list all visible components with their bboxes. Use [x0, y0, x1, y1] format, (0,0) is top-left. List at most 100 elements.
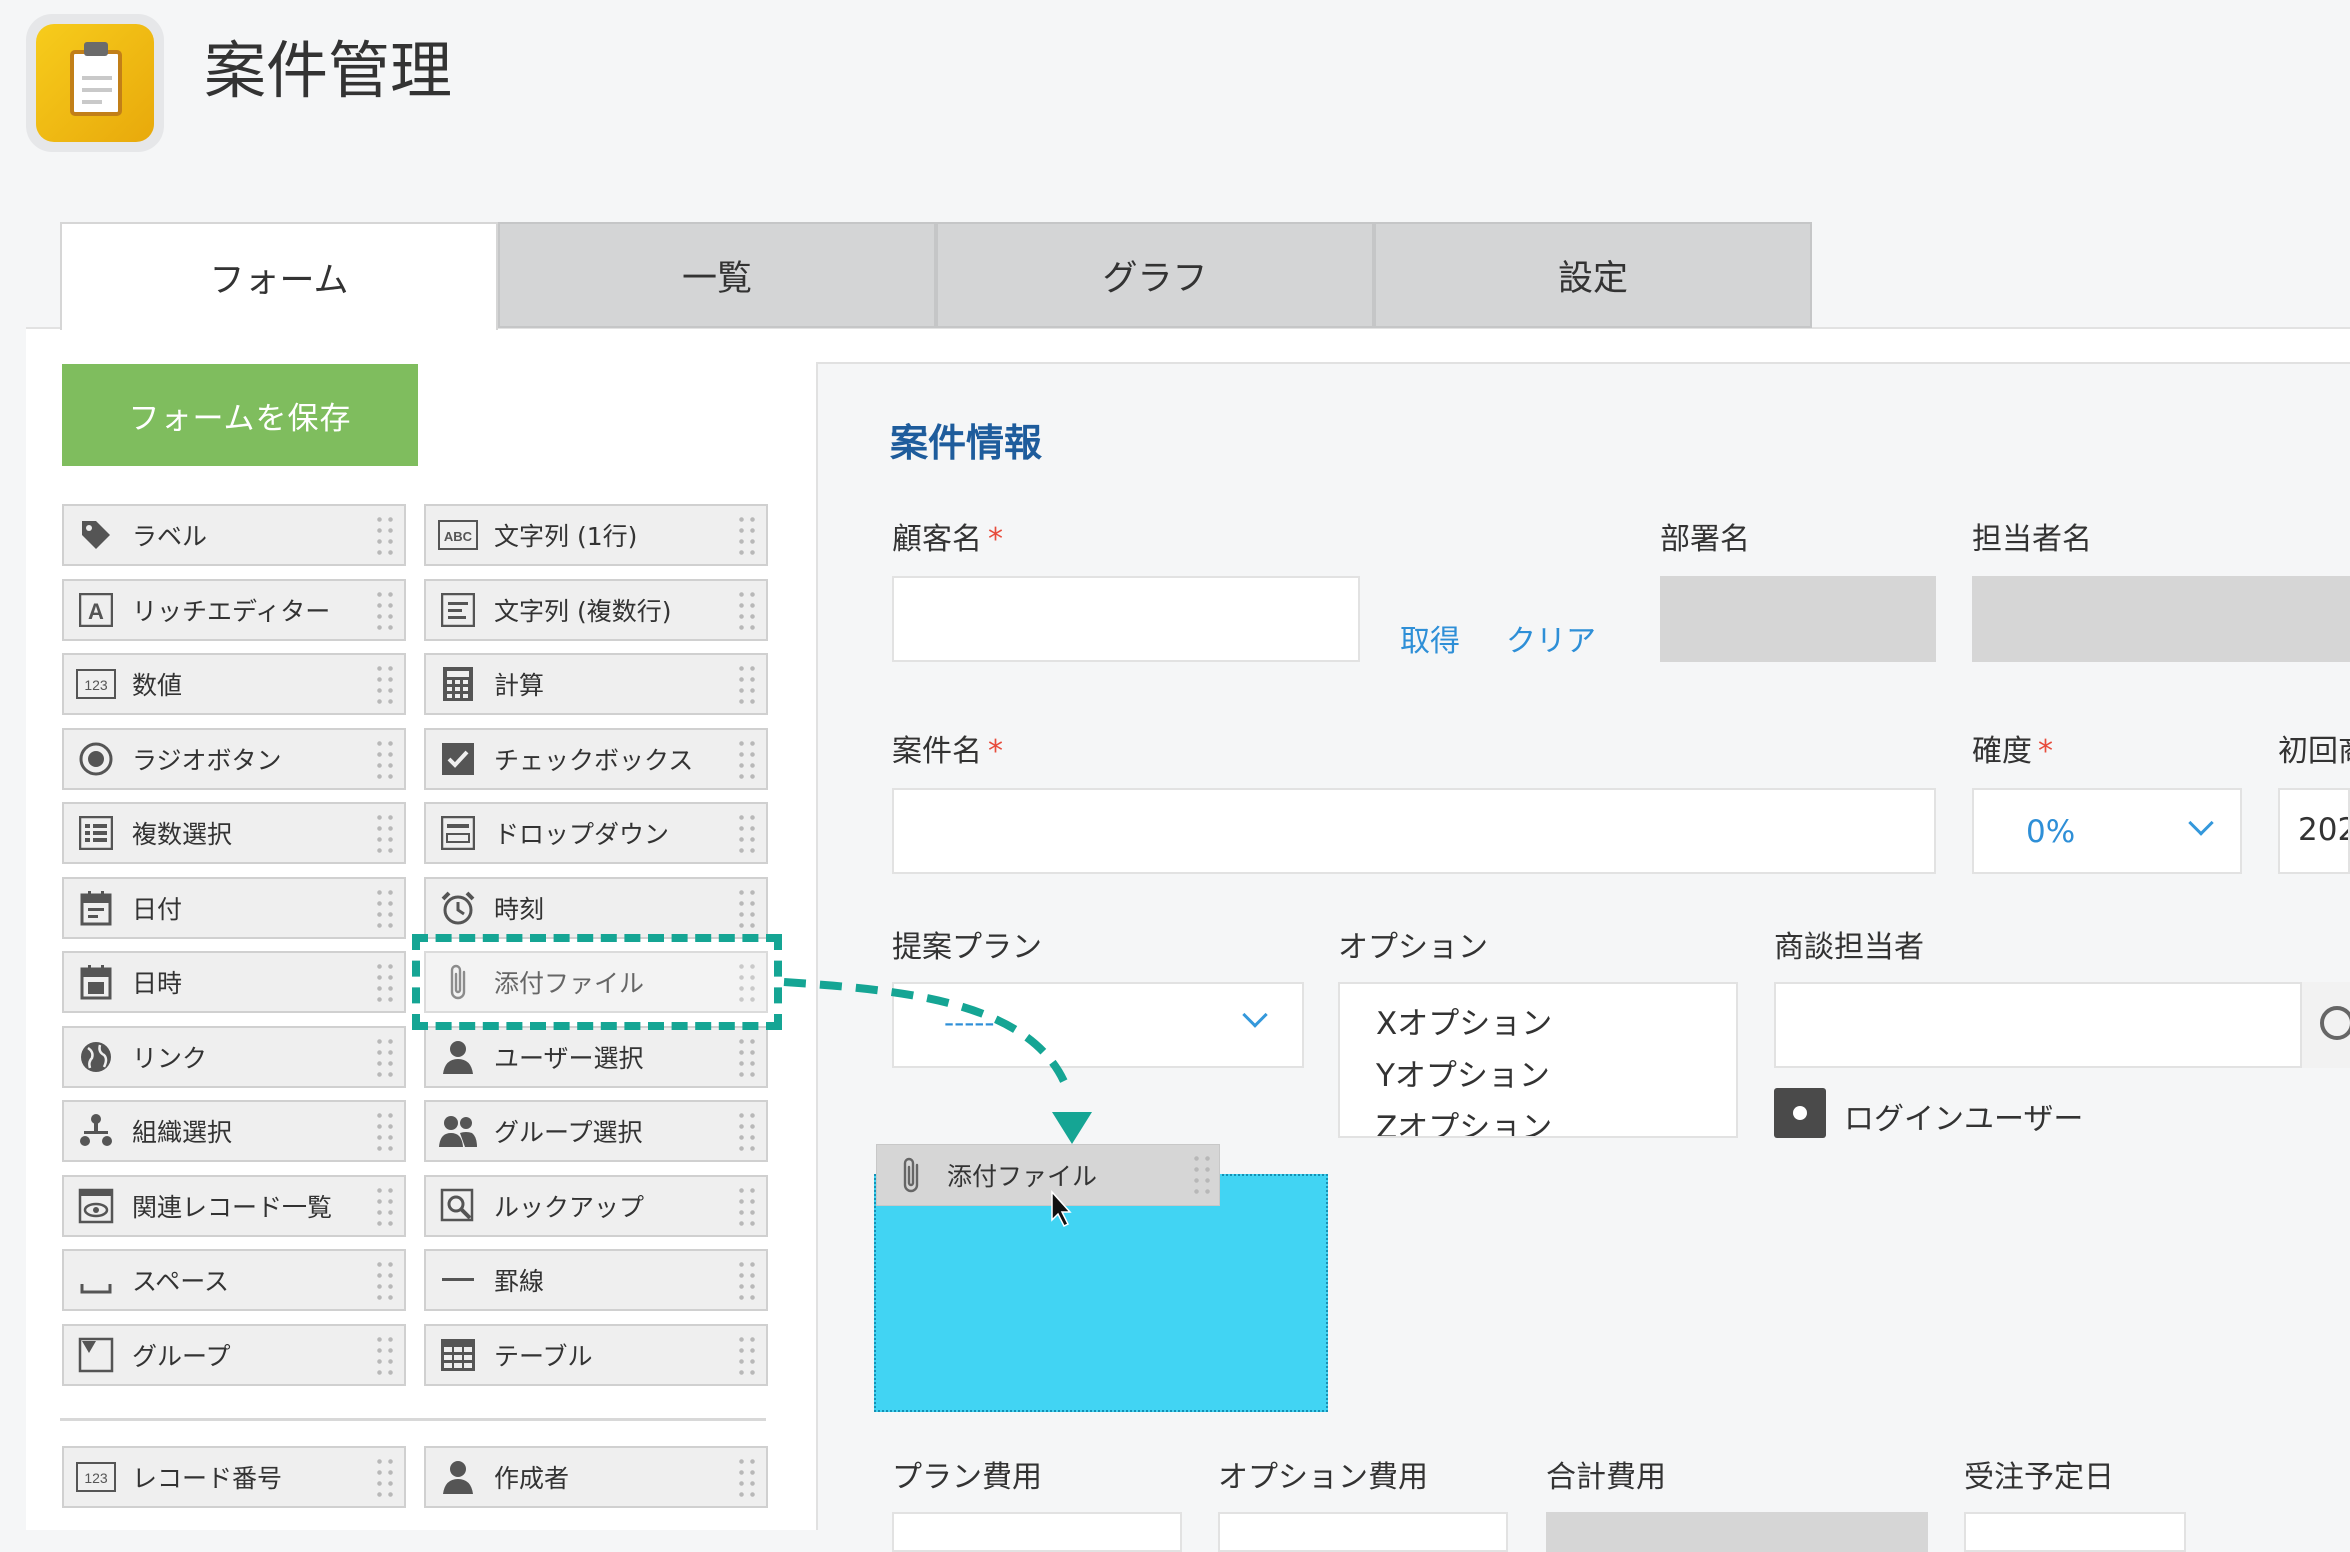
organization-icon — [74, 1109, 118, 1153]
clipboard-line — [82, 88, 112, 92]
plan-cost-label: プラン費用 — [892, 1460, 1042, 1495]
palette-item-label: 組織選択 — [132, 1118, 233, 1147]
order-date-input[interactable] — [1964, 1512, 2186, 1552]
palette-item-space[interactable]: スペース — [62, 1249, 406, 1311]
tab-list[interactable]: 一覧 — [498, 222, 936, 328]
tab-settings[interactable]: 設定 — [1374, 222, 1812, 328]
drag-grip-icon — [736, 1110, 758, 1154]
group-fold-icon — [74, 1333, 118, 1377]
tab-graph[interactable]: グラフ — [936, 222, 1374, 328]
chevron-down-icon — [1242, 1002, 1268, 1028]
proposal-plan-label: 提案プラン — [892, 930, 1042, 965]
drag-grip-icon — [374, 887, 396, 931]
clipboard-clip — [84, 42, 108, 56]
palette-item-number-123[interactable]: 123 レコード番号 — [62, 1446, 406, 1508]
clipboard-line — [82, 76, 112, 80]
drag-grip-icon — [374, 1456, 396, 1500]
palette-item-label: 作成者 — [494, 1464, 570, 1493]
drag-grip-icon — [374, 1185, 396, 1229]
space-icon — [74, 1258, 118, 1302]
palette-item-horizontal-rule[interactable]: 罫線 — [424, 1249, 768, 1311]
palette-item-tag[interactable]: ラベル — [62, 504, 406, 566]
fetch-link[interactable]: 取得 — [1400, 616, 1460, 660]
negotiator-input[interactable] — [1774, 982, 2350, 1068]
drag-grip-icon — [374, 812, 396, 856]
checkbox-icon — [436, 737, 480, 781]
first-visit-date-input[interactable]: 202 — [2278, 788, 2350, 874]
tab-form[interactable]: フォーム — [60, 222, 498, 330]
clear-link[interactable]: クリア — [1506, 616, 1596, 660]
options-multiselect[interactable]: Xオプション Yオプション Zオプション — [1338, 982, 1738, 1138]
drag-grip-icon — [374, 514, 396, 558]
palette-item-rich-editor[interactable]: A リッチエディター — [62, 579, 406, 641]
palette-item-datetime[interactable]: 日時 — [62, 951, 406, 1013]
plan-cost-input[interactable] — [892, 1512, 1182, 1552]
drag-grip-icon — [736, 1185, 758, 1229]
palette-item-alarm-clock[interactable]: 時刻 — [424, 877, 768, 939]
palette-item-label: 時刻 — [494, 895, 545, 924]
drag-grip-icon — [736, 1334, 758, 1378]
globe-icon — [74, 1035, 118, 1079]
section-title: 案件情報 — [890, 421, 1043, 465]
option-item[interactable]: Yオプション — [1376, 1050, 1550, 1095]
save-form-button[interactable]: フォームを保存 — [62, 364, 418, 466]
svg-text:ABC: ABC — [444, 529, 473, 544]
drag-grip-icon — [374, 1110, 396, 1154]
palette-item-user[interactable]: 作成者 — [424, 1446, 768, 1508]
alarm-clock-icon — [436, 886, 480, 930]
dragged-field-attachment[interactable]: 添付ファイル — [876, 1144, 1220, 1206]
app-title: 案件管理 — [204, 34, 453, 107]
group-users-icon — [436, 1109, 480, 1153]
login-user-checkbox[interactable] — [1774, 1088, 1826, 1138]
palette-item-user[interactable]: ユーザー選択 — [424, 1026, 768, 1088]
svg-text:A: A — [88, 599, 104, 624]
deal-name-input[interactable] — [892, 788, 1936, 874]
horizontal-rule-icon — [436, 1258, 480, 1302]
calendar-icon — [74, 886, 118, 930]
drag-grip-icon — [374, 961, 396, 1005]
customer-name-input[interactable] — [892, 576, 1360, 662]
palette-item-organization[interactable]: 組織選択 — [62, 1100, 406, 1162]
palette-item-number-123[interactable]: 123 数値 — [62, 653, 406, 715]
palette-item-multi-select[interactable]: 複数選択 — [62, 802, 406, 864]
checkbox-dot — [1793, 1106, 1807, 1120]
contact-person-label: 担当者名 — [1972, 522, 2092, 557]
option-item[interactable]: Xオプション — [1376, 998, 1552, 1043]
palette-item-abc-text[interactable]: ABC 文字列 (1行) — [424, 504, 768, 566]
negotiator-search-button[interactable] — [2300, 982, 2350, 1068]
clipboard-icon — [36, 24, 154, 142]
palette-item-multiline-text[interactable]: 文字列 (複数行) — [424, 579, 768, 641]
option-cost-input[interactable] — [1218, 1512, 1508, 1552]
user-icon — [436, 1455, 480, 1499]
drop-placeholder[interactable] — [874, 1174, 1328, 1412]
palette-item-table[interactable]: テーブル — [424, 1324, 768, 1386]
drag-grip-icon — [736, 1036, 758, 1080]
palette-item-label: テーブル — [494, 1342, 593, 1371]
customer-name-label: 顧客名 * — [892, 522, 1003, 557]
palette-item-group-fold[interactable]: グループ — [62, 1324, 406, 1386]
drag-grip-icon — [374, 1259, 396, 1303]
palette-item-radio-button[interactable]: ラジオボタン — [62, 728, 406, 790]
palette-item-calendar[interactable]: 日付 — [62, 877, 406, 939]
palette-item-related-records[interactable]: 関連レコード一覧 — [62, 1175, 406, 1237]
palette-item-globe[interactable]: リンク — [62, 1026, 406, 1088]
palette-item-calculator[interactable]: 計算 — [424, 653, 768, 715]
department-field — [1660, 576, 1936, 662]
department-label: 部署名 — [1660, 522, 1750, 557]
proposal-plan-select[interactable]: ----- — [892, 982, 1304, 1068]
svg-text:123: 123 — [84, 677, 108, 693]
datetime-icon — [74, 960, 118, 1004]
palette-item-label: 罫線 — [494, 1267, 545, 1296]
palette-item-group-users[interactable]: グループ選択 — [424, 1100, 768, 1162]
palette-item-label: 関連レコード一覧 — [132, 1193, 333, 1222]
palette-item-checkbox[interactable]: チェックボックス — [424, 728, 768, 790]
table-icon — [436, 1333, 480, 1377]
palette-item-dropdown[interactable]: ドロップダウン — [424, 802, 768, 864]
number-123-icon: 123 — [74, 662, 118, 706]
option-item[interactable]: Zオプション — [1376, 1102, 1552, 1136]
probability-select[interactable]: 0% — [1972, 788, 2242, 874]
drag-grip-icon — [374, 1036, 396, 1080]
palette-item-lookup-search[interactable]: ルックアップ — [424, 1175, 768, 1237]
drag-grip-icon — [736, 812, 758, 856]
palette-item-label: グループ — [132, 1342, 231, 1371]
